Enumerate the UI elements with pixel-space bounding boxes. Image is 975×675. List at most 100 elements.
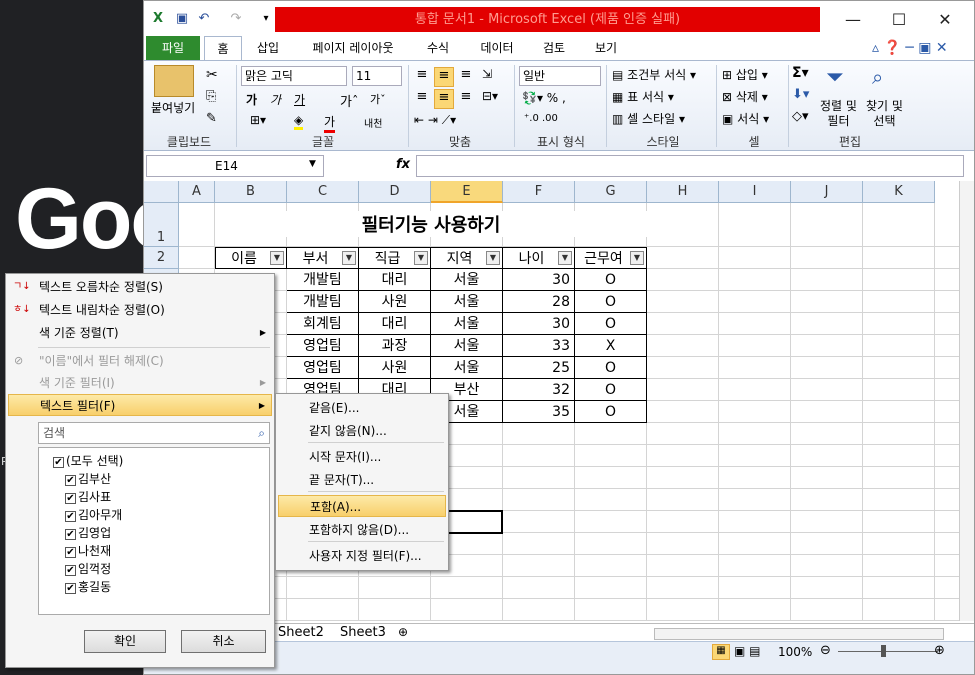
align-left-icon[interactable]: ≡: [412, 89, 432, 109]
find-select-icon[interactable]: ⌕: [872, 65, 883, 89]
normal-view-icon[interactable]: ▦: [712, 644, 730, 660]
horizontal-scrollbar[interactable]: [654, 628, 944, 640]
filter-dropdown-icon[interactable]: ▼: [630, 251, 644, 265]
tab-view[interactable]: 보기: [586, 36, 626, 61]
table-cell[interactable]: 서울: [431, 335, 503, 357]
text-filter-option[interactable]: 사용자 지정 필터(F)...: [278, 545, 446, 567]
delete-cells-button[interactable]: ⊠ 삭제 ▾: [722, 88, 768, 105]
minimize-icon[interactable]: —: [830, 3, 876, 36]
insert-cells-button[interactable]: ⊞ 삽입 ▾: [722, 66, 768, 83]
column-header-K[interactable]: K: [863, 181, 935, 203]
currency-icon[interactable]: 💱▾ % ,: [522, 91, 566, 105]
sort-filter-icon[interactable]: ⏷: [826, 65, 844, 90]
fill-color-icon[interactable]: ◈: [294, 113, 304, 130]
table-cell[interactable]: O: [575, 291, 647, 313]
fill-icon[interactable]: ⬇▾: [792, 87, 809, 102]
conditional-format-button[interactable]: ▤ 조건부 서식 ▾: [612, 66, 696, 83]
checklist-item[interactable]: ✔ 나천재: [65, 542, 111, 559]
clear-icon[interactable]: ◇▾: [792, 109, 809, 124]
zoom-in-icon[interactable]: ⊕: [934, 643, 945, 658]
tab-file[interactable]: 파일: [146, 36, 200, 61]
cancel-button[interactable]: 취소: [181, 630, 266, 653]
indent-icon[interactable]: ⇤ ⇥ ⟋▾: [414, 113, 456, 128]
find-select-button[interactable]: 찾기 및 선택: [866, 99, 903, 129]
table-cell[interactable]: 30: [503, 269, 575, 291]
checklist-item[interactable]: ✔ 김아무개: [65, 506, 122, 523]
cut-icon[interactable]: ✂: [206, 67, 218, 83]
align-top-icon[interactable]: ≡: [412, 67, 432, 87]
checklist-item[interactable]: ✔ 임꺽정: [65, 560, 111, 577]
text-filter-option[interactable]: 시작 문자(I)...: [278, 446, 446, 468]
table-cell[interactable]: 과장: [359, 335, 431, 357]
table-cell[interactable]: 32: [503, 379, 575, 401]
table-cell[interactable]: 대리: [359, 313, 431, 335]
table-header-cell[interactable]: 지역 ▼: [431, 247, 503, 269]
border-icon[interactable]: ⊞▾: [250, 113, 266, 127]
table-cell[interactable]: 25: [503, 357, 575, 379]
table-cell[interactable]: O: [575, 401, 647, 423]
filter-dropdown-icon[interactable]: ▼: [342, 251, 356, 265]
table-cell[interactable]: O: [575, 313, 647, 335]
table-cell[interactable]: 서울: [431, 291, 503, 313]
checkbox[interactable]: ✔: [65, 529, 76, 540]
zoom-thumb[interactable]: [881, 645, 886, 657]
autosum-icon[interactable]: Σ▾: [792, 65, 809, 81]
table-cell[interactable]: O: [575, 379, 647, 401]
table-format-button[interactable]: ▦ 표 서식 ▾: [612, 88, 674, 105]
text-filter-option[interactable]: 끝 문자(T)...: [278, 469, 446, 491]
grow-font-icon[interactable]: 가ˆ: [340, 91, 358, 110]
table-cell[interactable]: 28: [503, 291, 575, 313]
formula-input[interactable]: [416, 155, 964, 177]
filter-search-input[interactable]: 검색 ⌕: [38, 422, 270, 444]
align-right-icon[interactable]: ≡: [456, 89, 476, 109]
checkbox[interactable]: ✔: [65, 565, 76, 576]
sort-by-color-item[interactable]: 색 기준 정렬(T) ▶: [8, 322, 272, 344]
select-all-corner[interactable]: [144, 181, 179, 203]
font-size-select[interactable]: 11: [352, 66, 402, 86]
excel-icon[interactable]: X: [148, 9, 168, 29]
column-header-D[interactable]: D: [359, 181, 431, 203]
align-center-icon[interactable]: ≡: [434, 89, 454, 109]
row-header-1[interactable]: 1: [144, 203, 179, 247]
checkbox[interactable]: ✔: [65, 547, 76, 558]
tab-insert[interactable]: 삽입: [248, 36, 288, 61]
tab-review[interactable]: 검토: [534, 36, 574, 61]
column-header-F[interactable]: F: [503, 181, 575, 203]
ok-button[interactable]: 확인: [84, 630, 166, 653]
column-header-J[interactable]: J: [791, 181, 863, 203]
table-header-cell[interactable]: 이름 ▼: [215, 247, 287, 269]
zoom-slider[interactable]: [838, 651, 938, 652]
table-header-cell[interactable]: 나이 ▼: [503, 247, 575, 269]
clear-filter-item[interactable]: ⊘ "이름"에서 필터 해제(C): [8, 350, 272, 372]
align-middle-icon[interactable]: ≡: [434, 67, 454, 87]
checkbox[interactable]: ✔: [65, 511, 76, 522]
table-cell[interactable]: O: [575, 357, 647, 379]
checkbox[interactable]: ✔: [65, 475, 76, 486]
page-layout-view-icon[interactable]: ▣ ▤: [734, 644, 761, 658]
filter-dropdown-icon[interactable]: ▼: [558, 251, 572, 265]
row-header-2[interactable]: 2: [144, 247, 179, 269]
sort-ascending-item[interactable]: ㄱ↓ 텍스트 오름차순 정렬(S): [8, 276, 272, 298]
tab-data[interactable]: 데이터: [474, 36, 520, 61]
checklist-item[interactable]: ✔ 김사표: [65, 488, 111, 505]
vertical-scrollbar[interactable]: [959, 181, 974, 621]
decimal-icon[interactable]: ⁺.0 .00: [524, 113, 558, 124]
checklist-item[interactable]: ✔ (모두 선택): [53, 452, 123, 469]
filter-dropdown-icon[interactable]: ▼: [486, 251, 500, 265]
column-header-H[interactable]: H: [647, 181, 719, 203]
checklist-item[interactable]: ✔ 김부산: [65, 470, 111, 487]
paste-button[interactable]: 붙여넣기: [151, 99, 195, 116]
format-cells-button[interactable]: ▣ 서식 ▾: [722, 110, 769, 127]
tab-home[interactable]: 홈: [204, 36, 242, 61]
checklist-item[interactable]: ✔ 김영업: [65, 524, 111, 541]
name-box-dropdown-icon[interactable]: ▼: [309, 159, 316, 169]
text-filter-option[interactable]: 포함하지 않음(D)...: [278, 519, 446, 541]
checkbox[interactable]: ✔: [65, 583, 76, 594]
table-cell[interactable]: 영업팀: [287, 335, 359, 357]
shrink-font-icon[interactable]: 가ˇ: [370, 91, 386, 107]
tab-page-layout[interactable]: 페이지 레이아웃: [304, 36, 402, 61]
table-cell[interactable]: 회계팀: [287, 313, 359, 335]
close-icon[interactable]: ✕: [922, 3, 968, 36]
sheet-tab-2[interactable]: Sheet2: [278, 625, 324, 640]
text-filter-option[interactable]: 같지 않음(N)...: [278, 420, 446, 442]
